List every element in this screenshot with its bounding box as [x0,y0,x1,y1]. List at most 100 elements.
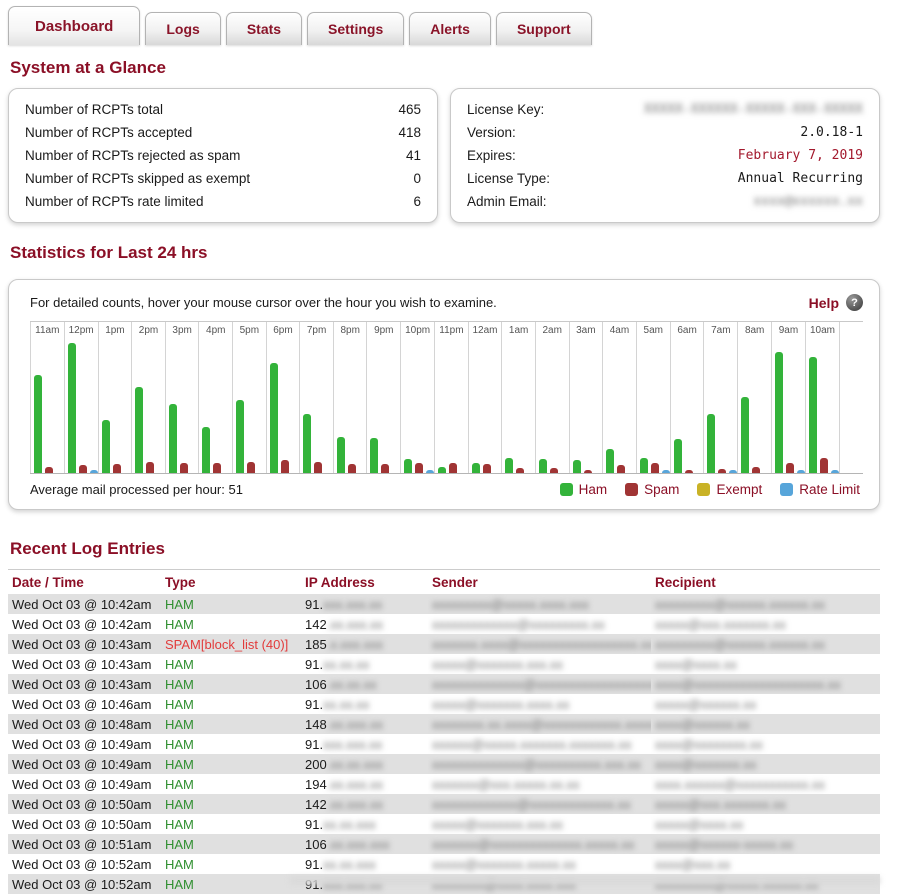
hour-label: 12am [469,322,502,338]
chart-hour-column-3am[interactable]: 3am [569,322,603,473]
chart-hour-column-12am[interactable]: 12am [468,322,502,473]
tab-alerts[interactable]: Alerts [409,12,491,45]
log-row[interactable]: Wed Oct 03 @ 10:43amSPAM[block_list (40)… [8,634,880,654]
help-question-icon[interactable]: ? [846,294,863,311]
ham-bar [741,397,749,473]
log-ip: 91.xx.xx.xx [301,694,428,714]
log-sender-redacted: xxxxx@xxxxxxx.xxxx.xx [432,697,569,712]
spam-bar [483,464,491,473]
chart-hour-column-9pm[interactable]: 9pm [366,322,400,473]
chart-hour-column-3pm[interactable]: 3pm [165,322,199,473]
chart-hour-column-9am[interactable]: 9am [771,322,805,473]
chart-hour-column-5am[interactable]: 5am [636,322,670,473]
chart-hour-column-8pm[interactable]: 8pm [333,322,367,473]
log-ip-redacted: xx.xx.xxx [323,857,376,872]
chart-hour-column-7am[interactable]: 7am [703,322,737,473]
spam-bar [281,460,289,473]
hour-bars [233,400,266,473]
rate-limit-bar [729,470,737,473]
log-row[interactable]: Wed Oct 03 @ 10:50amHAM142.xx.xxx.xxxxxx… [8,794,880,814]
log-recipient-redacted: xxxx@xxxx.xx [655,657,737,672]
log-row[interactable]: Wed Oct 03 @ 10:42amHAM91.xxx.xxx.xxxxxx… [8,594,880,614]
hour-bars [806,357,839,473]
log-ip: 106.xx.xxx.xxx [301,834,428,854]
rate-limit-bar [797,470,805,473]
hour-label: 9pm [367,322,400,338]
help-link[interactable]: Help ? [809,294,863,311]
log-sender-redacted: xxxxxxxxxxxxx@xxxxxxxxxxxxx.xx [432,797,631,812]
log-recipient-redacted: xxxx.xxxxxx@xxxxxxxxxxx.xx [655,777,825,792]
license-value-redacted: xxxx@xxxxxx.xx [753,194,863,209]
chart-hour-column-10am[interactable]: 10am [805,322,839,473]
log-row[interactable]: Wed Oct 03 @ 10:46amHAM91.xx.xx.xxxxxxx@… [8,694,880,714]
chart-hour-column-1pm[interactable]: 1pm [98,322,132,473]
tab-support[interactable]: Support [496,12,592,45]
log-sender: xxxxxxx@xxx.xxxxx.xx.xx [428,774,651,794]
chart-hour-column-12pm[interactable]: 12pm [64,322,98,473]
log-type: HAM [161,854,301,874]
log-row[interactable]: Wed Oct 03 @ 10:48amHAM148.xx.xxx.xxxxxx… [8,714,880,734]
chart-hour-column-1am[interactable]: 1am [501,322,535,473]
rcpt-stat-label: Number of RCPTs accepted [25,125,192,140]
tab-logs[interactable]: Logs [145,12,220,45]
log-ip-prefix: 106 [305,677,327,692]
log-row[interactable]: Wed Oct 03 @ 10:43amHAM91.xx.xx.xxxxxxx@… [8,654,880,674]
chart-hour-column-6am[interactable]: 6am [670,322,704,473]
hour-bars [334,437,367,473]
chart-hour-column-10pm[interactable]: 10pm [400,322,434,473]
log-sender: xxxxxxxx.xx.xxxx@xxxxxxxxxxxx.xxxxxx.xx [428,714,651,734]
hour-label: 1am [502,322,535,338]
log-ip-redacted: xx.xx.xx [323,697,369,712]
log-recipient-redacted: xxxx@xxxxxx.xx [655,717,750,732]
legend-item-exempt: Exempt [697,482,762,497]
log-ip-redacted: xxx.xxx.xx [323,737,382,752]
legend-swatch [780,483,793,496]
spam-bar [247,462,255,473]
rcpt-stat-value: 418 [398,125,421,140]
log-type: HAM [161,774,301,794]
ham-bar [102,420,110,473]
log-sender: xxxxxx@xxxxx.xxxxxxx.xxxxxxx.xx [428,734,651,754]
spam-bar [617,465,625,473]
ham-bar [438,467,446,473]
chart-hour-column-7pm[interactable]: 7pm [299,322,333,473]
log-type: HAM [161,754,301,774]
tab-dashboard[interactable]: Dashboard [8,6,140,45]
log-sender-redacted: xxxxxxxxxxxxxx@xxxxxxxxxx.xxx.xx [432,757,641,772]
chart-hour-column-2pm[interactable]: 2pm [131,322,165,473]
log-row[interactable]: Wed Oct 03 @ 10:50amHAM91.xx.xx.xxxxxxxx… [8,814,880,834]
log-row[interactable]: Wed Oct 03 @ 10:52amHAM91.xx.xx.xxxxxxxx… [8,854,880,874]
chart-legend: HamSpamExemptRate Limit [560,482,860,497]
log-row[interactable]: Wed Oct 03 @ 10:42amHAM142.xx.xxx.xxxxxx… [8,614,880,634]
log-datetime: Wed Oct 03 @ 10:48am [8,714,161,734]
log-row[interactable]: Wed Oct 03 @ 10:49amHAM194.xx.xxx.xxxxxx… [8,774,880,794]
log-row[interactable]: Wed Oct 03 @ 10:43amHAM106.xx.xx.xxxxxxx… [8,674,880,694]
chart-hour-column-11am[interactable]: 11am [30,322,64,473]
hour-bars [536,459,569,473]
log-recipient: xxxxx@xxxx.xx [651,814,880,834]
chart-hour-column-6pm[interactable]: 6pm [266,322,300,473]
tab-stats[interactable]: Stats [226,12,302,45]
log-recipient: xxxx@xxxx.xx [651,654,880,674]
log-datetime: Wed Oct 03 @ 10:43am [8,674,161,694]
log-ip-prefix: 91. [305,857,323,872]
chart-hour-column-5pm[interactable]: 5pm [232,322,266,473]
log-row[interactable]: Wed Oct 03 @ 10:51amHAM106.xx.xxx.xxxxxx… [8,834,880,854]
chart-hour-column-4am[interactable]: 4am [602,322,636,473]
chart-hour-column-2am[interactable]: 2am [535,322,569,473]
ham-bar [34,375,42,473]
chart-hour-column-8am[interactable]: 8am [737,322,771,473]
license-row: Version:2.0.18-1 [467,121,863,144]
log-row[interactable]: Wed Oct 03 @ 10:49amHAM91.xxx.xxx.xxxxxx… [8,734,880,754]
rcpt-stat-label: Number of RCPTs rate limited [25,194,204,209]
chart-hour-column-11pm[interactable]: 11pm [434,322,468,473]
log-datetime: Wed Oct 03 @ 10:50am [8,814,161,834]
ham-bar [573,460,581,473]
chart-hour-column-4pm[interactable]: 4pm [198,322,232,473]
ham-bar [674,439,682,473]
log-ip-prefix: 91. [305,597,323,612]
rate-limit-bar [831,470,839,473]
tab-settings[interactable]: Settings [307,12,404,45]
log-row[interactable]: Wed Oct 03 @ 10:49amHAM200.xx.xx.xxxxxxx… [8,754,880,774]
spam-bar [685,470,693,473]
